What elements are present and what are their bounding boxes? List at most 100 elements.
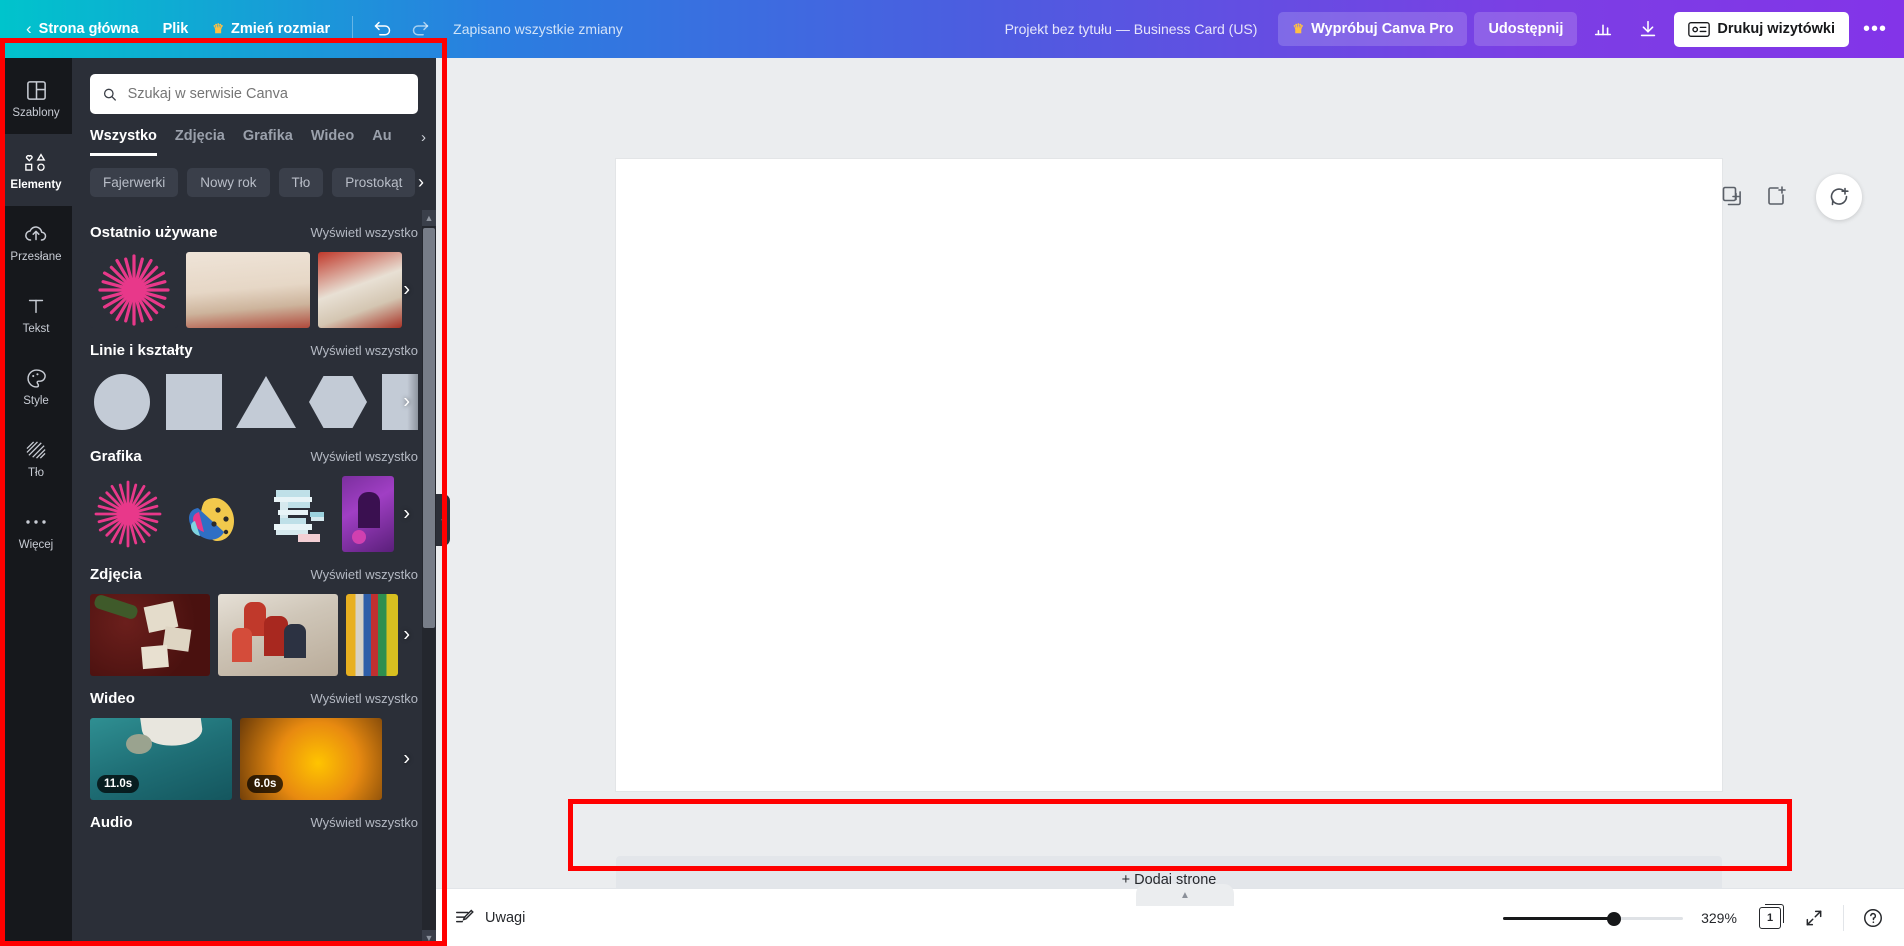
duplicate-page-icon: [1722, 186, 1741, 206]
view-all-link[interactable]: Wyświetl wszystko: [310, 567, 418, 582]
section-grafika: Grafika Wyświetl wszystko ›: [72, 434, 436, 552]
tabs-next-button[interactable]: ›: [421, 129, 426, 146]
chips-next-button[interactable]: ›: [418, 172, 424, 193]
section-title: Zdjęcia: [90, 566, 142, 583]
shape-triangle[interactable]: [234, 370, 298, 434]
view-all-link[interactable]: Wyświetl wszystko: [310, 343, 418, 358]
redo-button[interactable]: [401, 10, 439, 48]
element-thumbnail[interactable]: [90, 252, 178, 328]
page-count-badge: 1: [1759, 903, 1784, 929]
chip-label: Nowy rok: [200, 175, 257, 190]
download-button[interactable]: [1629, 10, 1667, 48]
upload-cloud-icon: [24, 221, 48, 247]
row-next-button[interactable]: ›: [403, 748, 410, 771]
zoom-level[interactable]: 329%: [1697, 910, 1741, 926]
panel-scrollbar[interactable]: ▲ ▼: [422, 210, 436, 946]
photo-thumbnail[interactable]: [346, 594, 398, 676]
view-all-link[interactable]: Wyświetl wszystko: [310, 449, 418, 464]
shape-square[interactable]: [162, 370, 226, 434]
undo-icon: [374, 21, 390, 35]
scrollbar-thumb[interactable]: [423, 228, 435, 628]
shape-hexagon[interactable]: [306, 370, 370, 434]
view-all-link[interactable]: Wyświetl wszystko: [310, 225, 418, 240]
view-all-link[interactable]: Wyświetl wszystko: [310, 815, 418, 830]
chevron-left-icon: ‹: [26, 19, 32, 38]
row-next-button[interactable]: ›: [403, 391, 410, 414]
notes-button[interactable]: Uwagi: [454, 907, 525, 929]
sidebar-item-tekst[interactable]: Tekst: [0, 278, 72, 350]
add-page-button[interactable]: [1764, 184, 1790, 210]
tab-audio[interactable]: Au: [372, 128, 398, 156]
graphic-thumbnail[interactable]: [342, 476, 394, 552]
video-thumbnail[interactable]: 11.0s: [90, 718, 232, 800]
help-button[interactable]: [1858, 903, 1888, 933]
more-options-button[interactable]: •••: [1856, 10, 1894, 48]
bottom-divider: [1843, 904, 1844, 931]
fullscreen-button[interactable]: [1799, 903, 1829, 933]
redo-icon: [412, 21, 428, 35]
insights-button[interactable]: [1584, 10, 1622, 48]
document-title[interactable]: Projekt bez tytułu — Business Card (US): [1005, 21, 1258, 37]
slider-knob[interactable]: [1607, 911, 1621, 926]
design-page[interactable]: [616, 159, 1722, 791]
sidebar-item-label: Tekst: [22, 323, 50, 335]
element-thumbnail[interactable]: [186, 252, 310, 328]
sidebar-item-elementy[interactable]: Elementy: [0, 134, 72, 206]
panel-tabs: Wszystko Zdjęcia Grafika Wideo Au ›: [72, 114, 436, 156]
tab-label: Au: [372, 128, 392, 144]
shape-more[interactable]: [378, 370, 418, 434]
tab-wideo[interactable]: Wideo: [311, 128, 354, 156]
zoom-controls: 329% 1: [1503, 903, 1888, 933]
search-box[interactable]: [90, 74, 418, 114]
tab-grafika[interactable]: Grafika: [243, 128, 293, 156]
home-button[interactable]: ‹ Strona główna: [14, 12, 151, 46]
shape-circle[interactable]: [90, 370, 154, 434]
collapse-pages-tab[interactable]: ▲: [1136, 884, 1234, 906]
bookshelf-graphic: [274, 490, 324, 542]
photo-thumbnail[interactable]: [218, 594, 338, 676]
chip-prostokat[interactable]: Prostokąt: [332, 168, 416, 197]
chip-fajerwerki[interactable]: Fajerwerki: [90, 168, 179, 197]
sidebar-item-przeslane[interactable]: Przesłane: [0, 206, 72, 278]
row-next-button[interactable]: ›: [403, 503, 410, 526]
resize-button[interactable]: ♛ Zmień rozmiar: [200, 14, 342, 44]
section-ostatnio-uzywane: Ostatnio używane Wyświetl wszystko ›: [72, 210, 436, 328]
chip-tlo[interactable]: Tło: [278, 168, 324, 197]
video-thumbnail[interactable]: 6.0s: [240, 718, 382, 800]
panel-collapse-button[interactable]: ‹: [436, 494, 450, 546]
print-business-cards-button[interactable]: Drukuj wizytówki: [1674, 11, 1849, 47]
sidebar-item-wiecej[interactable]: Więcej: [0, 494, 72, 566]
graphic-thumbnail[interactable]: [174, 476, 250, 552]
scroll-up-arrow[interactable]: ▲: [422, 210, 436, 226]
element-thumbnail[interactable]: [318, 252, 402, 328]
file-menu-button[interactable]: Plik: [151, 14, 201, 44]
tab-wszystko[interactable]: Wszystko: [90, 128, 157, 156]
page-manager-button[interactable]: 1: [1755, 903, 1785, 933]
scroll-down-arrow[interactable]: ▼: [422, 930, 436, 946]
share-button[interactable]: Udostępnij: [1474, 12, 1578, 46]
tab-zdjecia[interactable]: Zdjęcia: [175, 128, 225, 156]
sidebar-item-style[interactable]: Style: [0, 350, 72, 422]
section-header: Audio Wyświetl wszystko: [90, 814, 418, 831]
chip-nowy-rok[interactable]: Nowy rok: [187, 168, 270, 197]
add-page-icon: [1768, 186, 1786, 205]
duplicate-page-button[interactable]: [1720, 184, 1746, 210]
chevron-up-icon: ▲: [1180, 889, 1190, 901]
photo-thumbnail[interactable]: [90, 594, 210, 676]
zoom-slider[interactable]: [1503, 911, 1683, 926]
expand-icon: [1806, 910, 1822, 925]
thumbs-up-graphic: [189, 498, 234, 541]
search-input[interactable]: [127, 86, 406, 102]
row-next-button[interactable]: ›: [403, 279, 410, 302]
sidebar-item-tlo[interactable]: Tło: [0, 422, 72, 494]
sidebar-item-szablony[interactable]: Szablony: [0, 62, 72, 134]
undo-button[interactable]: [363, 10, 401, 48]
row-next-button[interactable]: ›: [403, 624, 410, 647]
starburst-graphic: [94, 480, 162, 548]
graphic-thumbnail[interactable]: [90, 476, 166, 552]
graphic-thumbnail[interactable]: [258, 476, 334, 552]
view-all-link[interactable]: Wyświetl wszystko: [310, 691, 418, 706]
try-canva-pro-button[interactable]: ♛ Wypróbuj Canva Pro: [1278, 12, 1468, 46]
add-comment-button[interactable]: [1816, 174, 1862, 220]
toolbar-right-group: Projekt bez tytułu — Business Card (US) …: [1005, 0, 1904, 58]
